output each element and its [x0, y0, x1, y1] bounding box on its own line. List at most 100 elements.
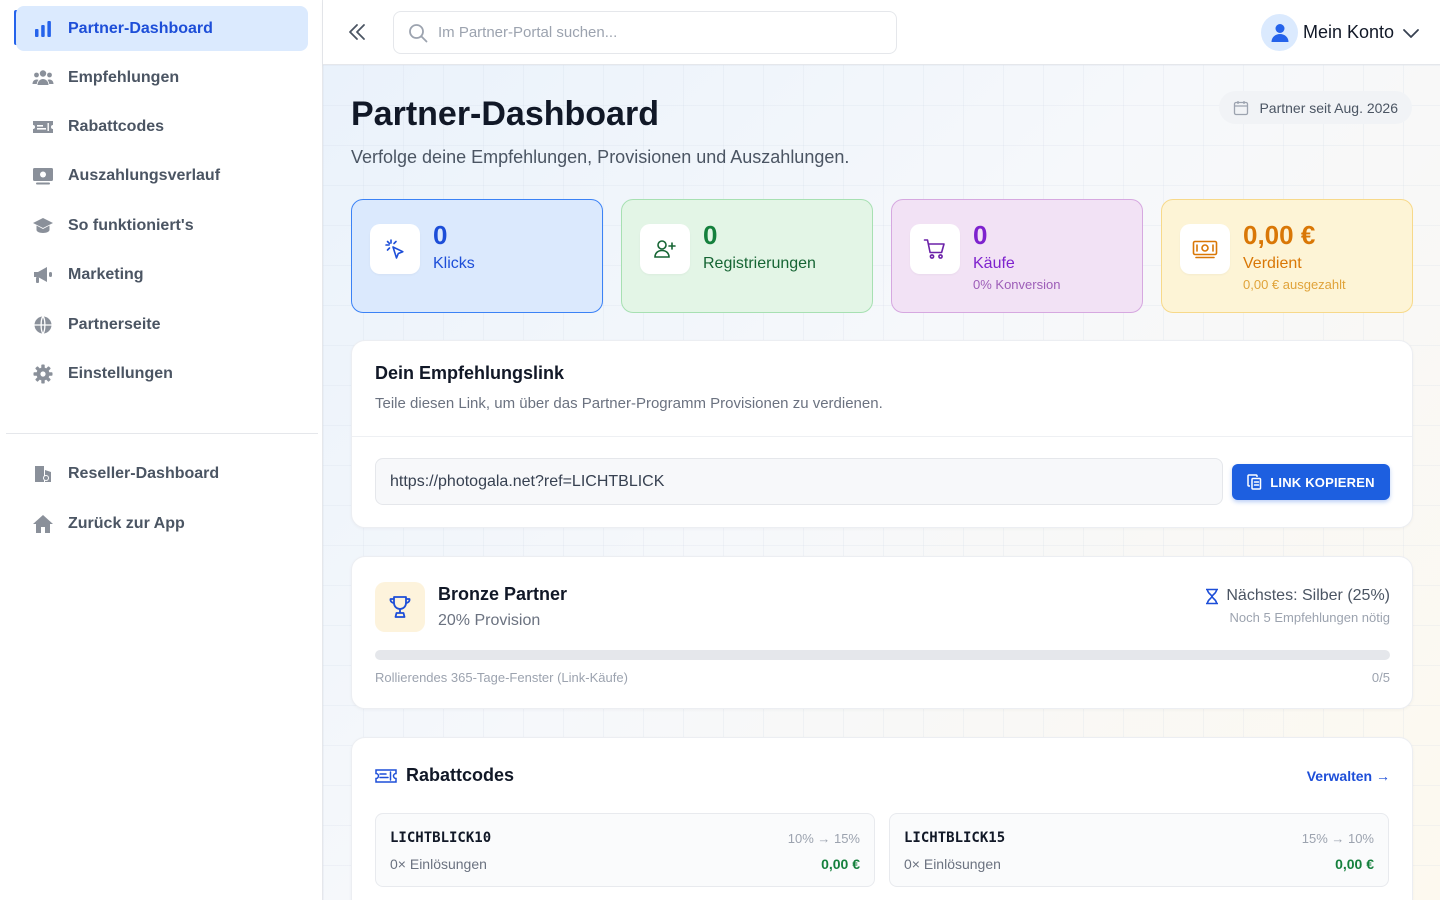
referral-description: Teile diesen Link, um über das Partner-P… [375, 395, 883, 412]
stat-card-purchases: 0 Käufe 0% Konversion [891, 199, 1143, 313]
code-split: 15% → 10% [1301, 831, 1374, 846]
sidebar-item-label: Zurück zur App [68, 514, 185, 532]
manage-codes-link[interactable]: Verwalten → [1307, 768, 1390, 784]
stat-value: 0,00 € [1243, 220, 1316, 250]
sidebar-item-zurueck-zur-app[interactable]: Zurück zur App [16, 501, 308, 546]
account-label: Mein Konto [1303, 22, 1395, 42]
copy-icon [1247, 474, 1262, 490]
page-title: Partner-Dashboard [351, 95, 659, 133]
referral-title: Dein Empfehlungslink [375, 363, 565, 383]
partner-since-badge: Partner seit Aug. 2026 [1219, 91, 1412, 124]
rolling-window-label: Rollierendes 365-Tage-Fenster (Link-Käuf… [375, 670, 628, 685]
page-subtitle: Verfolge deine Empfehlungen, Provisionen… [351, 147, 850, 167]
trophy-icon [387, 594, 413, 620]
sidebar-item-label: Rabattcodes [68, 117, 165, 135]
divider [352, 436, 1412, 437]
sidebar-item-partnerseite[interactable]: Partnerseite [16, 302, 308, 347]
sidebar-item-label: Empfehlungen [68, 68, 180, 86]
banknote-icon [1192, 238, 1218, 260]
sidebar-item-auszahlungsverlauf[interactable]: Auszahlungsverlauf [16, 153, 308, 198]
partner-tier-card: Bronze Partner 20% Provision Nächstes: S… [351, 556, 1413, 709]
stat-icon-box [910, 224, 960, 274]
tier-icon-box [375, 582, 425, 632]
code-redemptions: 0× Einlösungen [390, 856, 487, 872]
copy-link-button[interactable]: LINK KOPIEREN [1232, 464, 1390, 500]
stat-value: 0 [433, 220, 448, 250]
home-icon [32, 513, 54, 535]
sidebar-item-label: Einstellungen [68, 364, 173, 382]
reseller-icon [32, 463, 54, 485]
discount-codes-card: Rabattcodes Verwalten → LICHTBLICK10 0× … [351, 737, 1413, 900]
sidebar-item-partner-dashboard[interactable]: Partner-Dashboard [16, 6, 308, 51]
bar-chart-icon [32, 18, 54, 40]
sidebar: Partner-Dashboard Empfehlungen Rabattcod… [0, 0, 323, 900]
tier-name: Bronze Partner [438, 584, 568, 604]
tier-provision: 20% Provision [438, 612, 541, 629]
next-tier: Nächstes: Silber (25%) [1204, 587, 1390, 605]
calendar-icon [1233, 100, 1249, 116]
avatar [1261, 14, 1298, 51]
code-amount: 0,00 € [821, 856, 860, 872]
sidebar-item-label: Auszahlungsverlauf [68, 166, 221, 184]
code-split: 10% → 15% [787, 831, 860, 846]
ticket-icon [32, 116, 54, 138]
search-input[interactable] [438, 24, 878, 41]
next-tier-label: Nächstes: Silber (25%) [1226, 587, 1390, 604]
payout-icon [32, 165, 54, 187]
tier-progress-count: 0/5 [1371, 670, 1390, 685]
sidebar-item-einstellungen[interactable]: Einstellungen [16, 351, 308, 396]
stat-icon-box [1180, 224, 1230, 274]
stat-value: 0 [703, 220, 718, 250]
copy-link-label: LINK KOPIEREN [1270, 474, 1375, 490]
stat-card-clicks: 0 Klicks [351, 199, 603, 313]
discount-code-item[interactable]: LICHTBLICK10 0× Einlösungen 10% → 15% 0,… [375, 813, 875, 887]
stat-label: Registrierungen [703, 255, 816, 272]
users-icon [32, 67, 54, 89]
sidebar-item-label: Partnerseite [68, 315, 161, 333]
next-tier-requirement: Noch 5 Empfehlungen nötig [1229, 610, 1390, 625]
sidebar-item-label: Marketing [68, 265, 144, 283]
ticket-icon [375, 768, 397, 784]
code-amount: 0,00 € [1335, 856, 1374, 872]
shopping-cart-icon [923, 237, 947, 261]
tier-progress-bar [375, 650, 1390, 660]
double-chevron-left-icon [346, 21, 368, 43]
chevron-down-icon [1402, 24, 1420, 42]
code-name: LICHTBLICK10 [390, 830, 492, 846]
user-icon [1271, 23, 1289, 43]
stat-label: Klicks [433, 255, 475, 272]
sidebar-divider [6, 433, 318, 434]
megaphone-icon [32, 264, 54, 286]
stat-card-registrations: 0 Registrierungen [621, 199, 873, 313]
top-header: Mein Konto [323, 0, 1440, 65]
search-bar [393, 11, 897, 54]
account-menu[interactable]: Mein Konto [1261, 14, 1420, 51]
sidebar-item-label: Reseller-Dashboard [68, 464, 220, 482]
gear-icon [32, 363, 54, 385]
cursor-click-icon [383, 237, 407, 261]
search-icon [408, 23, 428, 43]
sidebar-item-label: Partner-Dashboard [68, 19, 213, 37]
stat-value: 0 [973, 220, 988, 250]
codes-title: Rabattcodes [406, 765, 515, 785]
graduation-cap-icon [32, 215, 54, 237]
hourglass-icon [1204, 588, 1220, 605]
collapse-sidebar-button[interactable] [341, 16, 373, 48]
sidebar-item-empfehlungen[interactable]: Empfehlungen [16, 55, 308, 100]
code-name: LICHTBLICK15 [904, 830, 1006, 846]
sidebar-item-so-funktionierts[interactable]: So funktioniert's [16, 203, 308, 248]
sidebar-item-reseller-dashboard[interactable]: Reseller-Dashboard [16, 451, 308, 496]
sidebar-item-label: So funktioniert's [68, 216, 194, 234]
partner-since-label: Partner seit Aug. 2026 [1259, 99, 1398, 116]
globe-icon [32, 314, 54, 336]
code-redemptions: 0× Einlösungen [904, 856, 1001, 872]
sidebar-item-marketing[interactable]: Marketing [16, 252, 308, 297]
discount-code-item[interactable]: LICHTBLICK15 0× Einlösungen 15% → 10% 0,… [889, 813, 1389, 887]
sidebar-item-rabattcodes[interactable]: Rabattcodes [16, 104, 308, 149]
referral-link-card: Dein Empfehlungslink Teile diesen Link, … [351, 340, 1413, 528]
stat-label: Verdient [1243, 255, 1302, 272]
user-plus-icon [653, 237, 677, 261]
referral-link-field[interactable] [375, 458, 1223, 505]
stat-sub: 0% Konversion [973, 277, 1061, 292]
stat-icon-box [370, 224, 420, 274]
